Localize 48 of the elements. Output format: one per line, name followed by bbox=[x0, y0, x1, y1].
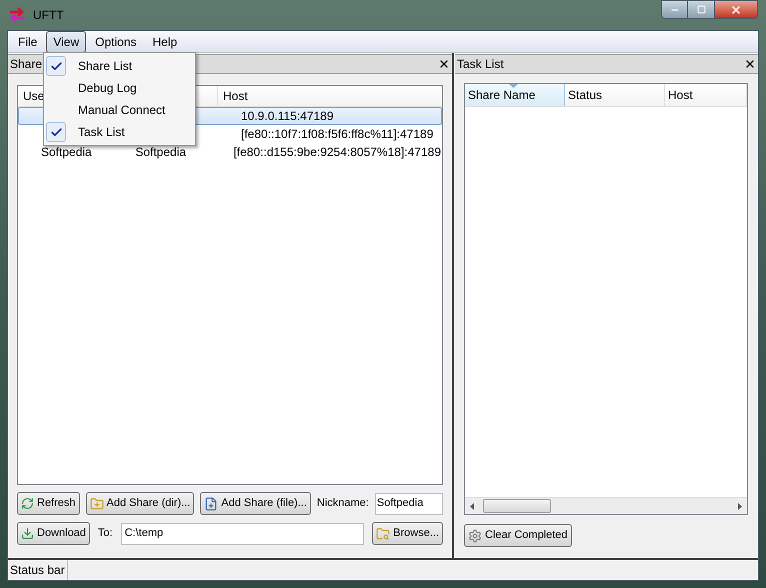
horizontal-scrollbar[interactable] bbox=[465, 497, 747, 514]
close-icon[interactable] bbox=[438, 58, 450, 70]
file-plus-icon bbox=[204, 496, 218, 510]
maximize-icon bbox=[696, 5, 706, 14]
menu-option[interactable]: Debug Log bbox=[46, 77, 193, 99]
column-header[interactable]: Host bbox=[665, 84, 747, 106]
table-cell: Softpedia bbox=[41, 145, 92, 159]
column-header[interactable]: Host bbox=[218, 86, 442, 106]
pane-title: Share bbox=[10, 56, 42, 73]
download-button[interactable]: Download bbox=[17, 522, 90, 545]
status-text: Status bar bbox=[8, 560, 68, 580]
refresh-button[interactable]: Refresh bbox=[17, 492, 80, 515]
menu-item[interactable]: Help bbox=[146, 30, 184, 52]
table-cell: Softpedia bbox=[135, 145, 186, 159]
swap-arrows-icon bbox=[9, 7, 25, 23]
menu-item[interactable]: View bbox=[46, 30, 86, 52]
window-title: UFTT bbox=[33, 7, 64, 24]
menu-option[interactable]: Share List bbox=[46, 55, 193, 77]
refresh-icon bbox=[21, 497, 34, 510]
to-label: To: bbox=[98, 526, 113, 542]
nickname-field[interactable]: Softpedia bbox=[374, 492, 443, 514]
destination-field[interactable]: C:\temp bbox=[120, 522, 364, 544]
minimize-button[interactable] bbox=[661, 0, 688, 19]
scrollbar-thumb[interactable] bbox=[483, 499, 551, 513]
browse-button[interactable]: Browse... bbox=[372, 522, 443, 545]
column-header[interactable]: Share Name bbox=[465, 84, 565, 106]
sort-arrow-icon bbox=[509, 84, 518, 88]
folder-search-icon bbox=[376, 526, 390, 540]
download-icon bbox=[21, 527, 34, 540]
close-button[interactable] bbox=[714, 0, 758, 19]
add-share-dir-button[interactable]: Add Share (dir)... bbox=[86, 492, 194, 515]
table-cell: 10.9.0.115:47189 bbox=[241, 109, 334, 123]
scroll-left-icon[interactable] bbox=[470, 502, 474, 510]
clear-completed-button[interactable]: Clear Completed bbox=[464, 524, 572, 547]
add-share-file-button[interactable]: Add Share (file)... bbox=[200, 492, 311, 515]
maximize-button[interactable] bbox=[688, 0, 714, 19]
table-cell: [fe80::d155:9be:9254:8057%18]:47189 bbox=[233, 145, 441, 159]
close-icon bbox=[730, 4, 742, 16]
close-icon[interactable] bbox=[744, 58, 756, 70]
menu-item[interactable]: Options bbox=[88, 30, 144, 52]
gear-icon bbox=[468, 528, 482, 542]
menu-item[interactable]: File bbox=[11, 30, 44, 52]
column-header[interactable]: Status bbox=[565, 84, 665, 106]
nickname-label: Nickname: bbox=[316, 496, 369, 512]
scroll-right-icon[interactable] bbox=[738, 502, 742, 510]
pane-title: Task List bbox=[457, 56, 504, 73]
table-cell: [fe80::10f7:1f08:f5f6:ff8c%11]:47189 bbox=[241, 127, 434, 141]
folder-plus-icon bbox=[90, 496, 104, 510]
